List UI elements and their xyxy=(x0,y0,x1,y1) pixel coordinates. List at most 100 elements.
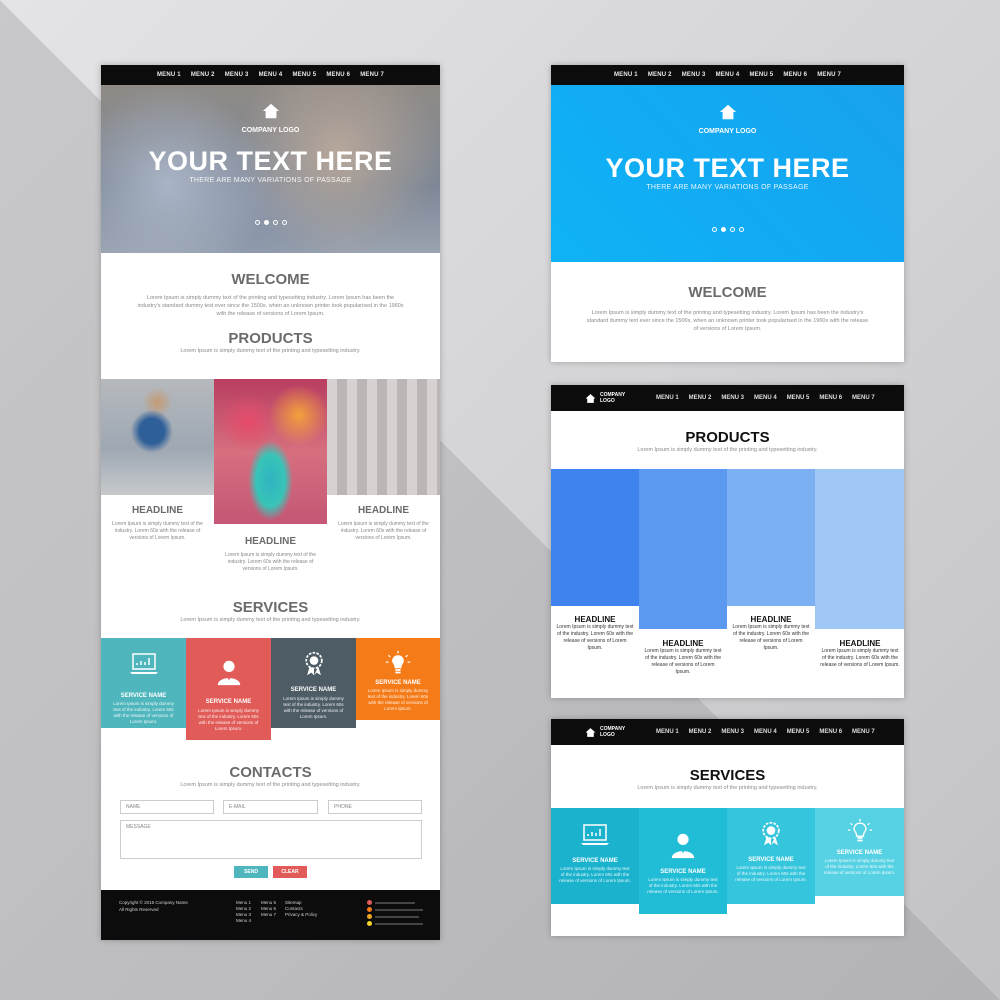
menu-4[interactable]: MENU 4 xyxy=(754,395,777,401)
product-image-3[interactable] xyxy=(327,379,440,495)
clear-button[interactable]: CLEAR xyxy=(273,866,307,878)
service-card-1[interactable]: SERVICE NAME Lorem Ipsum is simply dummy… xyxy=(551,808,639,904)
menu-5[interactable]: MENU 5 xyxy=(787,729,810,735)
hero-subtitle: THERE ARE MANY VARIATIONS OF PASSAGE xyxy=(189,177,352,184)
menu-1[interactable]: MENU 1 xyxy=(656,395,679,401)
slider-dot-active[interactable] xyxy=(263,220,269,225)
menu-5[interactable]: MENU 5 xyxy=(749,72,773,78)
send-button[interactable]: SEND xyxy=(234,866,268,878)
service-card-3[interactable]: SERVICE NAME Lorem Ipsum is simply dummy… xyxy=(727,808,815,904)
right-mockup-hero: MENU 1 MENU 2 MENU 3 MENU 4 MENU 5 MENU … xyxy=(551,65,904,362)
service-card-2[interactable]: SERVICE NAME Lorem Ipsum is simply dummy… xyxy=(639,808,727,914)
product-headline: HEADLINE xyxy=(574,615,616,624)
slider-dot[interactable] xyxy=(254,220,260,225)
contacts-text: Lorem Ipsum is simply dummy text of the … xyxy=(180,782,361,788)
nav-logo[interactable]: COMPANY LOGO xyxy=(585,392,625,404)
menu-7[interactable]: MENU 7 xyxy=(852,729,875,735)
product-image-1[interactable] xyxy=(101,379,214,495)
menu-3[interactable]: MENU 3 xyxy=(682,72,706,78)
message-field[interactable]: MESSAGE xyxy=(120,820,422,859)
menu-7[interactable]: MENU 7 xyxy=(360,72,384,78)
location-icon xyxy=(367,914,372,919)
phone-field[interactable]: PHONE xyxy=(328,800,422,814)
logo-navbar: COMPANY LOGO MENU 1 MENU 2 MENU 3 MENU 4… xyxy=(551,719,904,745)
service-name: SERVICE NAME xyxy=(205,699,252,705)
menu-3[interactable]: MENU 3 xyxy=(721,729,744,735)
menu-6[interactable]: MENU 6 xyxy=(819,395,842,401)
company-logo-text: COMPANY LOGO xyxy=(698,128,757,135)
house-logo-icon xyxy=(585,727,596,737)
product-block-2[interactable] xyxy=(639,469,727,629)
footer-link[interactable]: Privacy & Policy xyxy=(285,912,317,918)
service-card-3[interactable]: SERVICE NAME Lorem Ipsum is simply dummy… xyxy=(271,638,356,728)
product-block-3[interactable] xyxy=(727,469,815,606)
service-card-4[interactable]: SERVICE NAME Lorem Ipsum is simply dummy… xyxy=(815,808,904,896)
service-text: Lorem Ipsum is simply dummy text of the … xyxy=(113,701,174,724)
menu-6[interactable]: MENU 6 xyxy=(819,729,842,735)
service-card-1[interactable]: SERVICE NAME Lorem Ipsum is simply dummy… xyxy=(101,638,186,728)
slider-dot[interactable] xyxy=(729,227,735,232)
menu-2[interactable]: MENU 2 xyxy=(689,395,712,401)
menu-3[interactable]: MENU 3 xyxy=(225,72,249,78)
menu-5[interactable]: MENU 5 xyxy=(292,72,316,78)
menu-1[interactable]: MENU 1 xyxy=(614,72,638,78)
menu-4[interactable]: MENU 4 xyxy=(754,729,777,735)
product-block-4[interactable] xyxy=(815,469,904,629)
user-icon xyxy=(671,833,695,859)
menu-1[interactable]: MENU 1 xyxy=(656,729,679,735)
product-headline: HEADLINE xyxy=(662,639,704,648)
house-logo-icon xyxy=(719,104,736,120)
rights-text: All Rights Reserved xyxy=(119,907,159,912)
slider-dot[interactable] xyxy=(711,227,717,232)
footer-menu-col2: Menu 5 Menu 6 Menu 7 xyxy=(261,900,276,918)
product-text: Lorem Ipsum is simply dummy text of the … xyxy=(644,648,722,675)
hero-subtitle: THERE ARE MANY VARIATIONS OF PASSAGE xyxy=(646,184,809,191)
service-name: SERVICE NAME xyxy=(660,869,706,875)
footer-link[interactable]: Menu 7 xyxy=(261,912,276,918)
menu-7[interactable]: MENU 7 xyxy=(817,72,841,78)
menu-6[interactable]: MENU 6 xyxy=(783,72,807,78)
menu-6[interactable]: MENU 6 xyxy=(326,72,350,78)
email-icon xyxy=(367,907,372,912)
product-image-2[interactable] xyxy=(214,379,327,524)
hero-title: YOUR TEXT HERE xyxy=(605,153,850,183)
menu-4[interactable]: MENU 4 xyxy=(259,72,283,78)
copyright-text: Copyright © 2016 Company Name xyxy=(119,900,188,905)
products-title: PRODUCTS xyxy=(685,429,770,446)
menu-2[interactable]: MENU 2 xyxy=(648,72,672,78)
welcome-text: Lorem Ipsum is simply dummy text of the … xyxy=(137,295,404,317)
slider-dot-active[interactable] xyxy=(720,227,726,232)
product-block-1[interactable] xyxy=(551,469,639,606)
service-card-2[interactable]: SERVICE NAME Lorem Ipsum is simply dummy… xyxy=(186,638,271,740)
slider-dots[interactable] xyxy=(551,227,904,232)
menu-5[interactable]: MENU 5 xyxy=(787,395,810,401)
products-header: PRODUCTS Lorem Ipsum is simply dummy tex… xyxy=(551,411,904,454)
product-item-3: HEADLINE Lorem Ipsum is simply dummy tex… xyxy=(732,615,810,652)
service-name: SERVICE NAME xyxy=(836,850,883,856)
email-field[interactable]: E-MAIL xyxy=(223,800,318,814)
footer: Copyright © 2016 Company Name All Rights… xyxy=(101,890,440,940)
name-field[interactable]: NAME xyxy=(120,800,214,814)
slider-dot[interactable] xyxy=(738,227,744,232)
menu-2[interactable]: MENU 2 xyxy=(191,72,215,78)
contacts-title: CONTACTS xyxy=(229,764,312,781)
menu-1[interactable]: MENU 1 xyxy=(157,72,181,78)
product-headline: HEADLINE xyxy=(244,536,297,547)
services-title: SERVICES xyxy=(232,599,309,616)
slider-dot[interactable] xyxy=(272,220,278,225)
award-badge-icon xyxy=(762,821,780,846)
welcome-section: WELCOME Lorem Ipsum is simply dummy text… xyxy=(551,262,904,333)
nav-logo[interactable]: COMPANY LOGO xyxy=(585,726,625,738)
menu-2[interactable]: MENU 2 xyxy=(689,729,712,735)
menu-7[interactable]: MENU 7 xyxy=(852,395,875,401)
slider-dots[interactable] xyxy=(101,220,440,225)
service-card-4[interactable]: SERVICE NAME Lorem Ipsum is simply dummy… xyxy=(356,638,440,720)
menu-3[interactable]: MENU 3 xyxy=(721,395,744,401)
service-name: SERVICE NAME xyxy=(375,680,421,686)
product-text: Lorem Ipsum is simply dummy text of the … xyxy=(556,624,634,651)
menu-4[interactable]: MENU 4 xyxy=(716,72,740,78)
footer-link[interactable]: Menu 4 xyxy=(236,918,251,924)
slider-dot[interactable] xyxy=(281,220,287,225)
service-text: Lorem Ipsum is simply dummy text of the … xyxy=(198,708,259,731)
footer-menu-col3: Sitemap Contacts Privacy & Policy xyxy=(285,900,317,918)
